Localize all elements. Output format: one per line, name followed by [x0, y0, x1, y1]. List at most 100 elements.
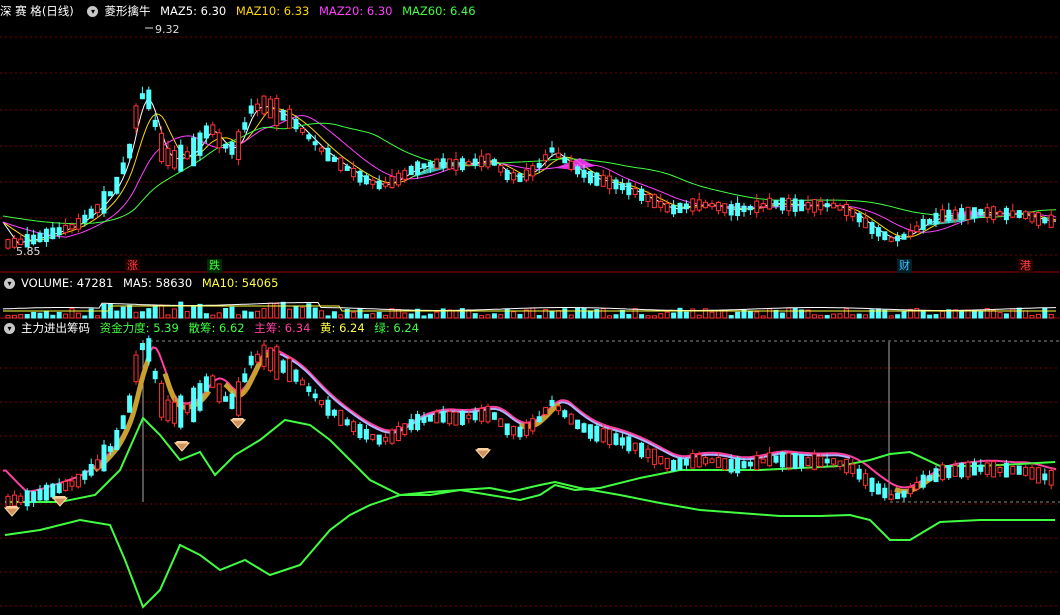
- volume-bar: [152, 306, 158, 319]
- indicator-candle-body: [235, 381, 241, 416]
- volume-bar: [363, 313, 369, 319]
- indicator-item-1: 散筹: 6.62: [188, 321, 245, 335]
- candle-body: [88, 208, 94, 219]
- indicator-candle-body: [306, 386, 312, 392]
- candle-body: [408, 165, 414, 176]
- indicator-candle-body: [805, 457, 811, 466]
- stock-chart-canvas[interactable]: 9.32 5.85: [0, 0, 1060, 615]
- volume-bar: [555, 310, 561, 319]
- indicator-candle-body: [549, 399, 555, 407]
- indicator-candle-body: [594, 425, 600, 442]
- indicator-candle-body: [5, 495, 11, 508]
- indicator-name[interactable]: 菱形擒牛: [104, 4, 150, 18]
- indicator-candle-body: [325, 399, 331, 416]
- main-ma-lines: [2, 99, 1057, 244]
- volume-bar: [1003, 313, 1009, 319]
- candle-body: [491, 159, 497, 166]
- indicator-candle-body: [363, 428, 369, 440]
- volume-bar: [575, 307, 581, 319]
- candle-body: [139, 93, 145, 100]
- candle-body: [1010, 210, 1016, 218]
- diamond-icon: [175, 441, 189, 443]
- volume-bar: [933, 314, 939, 319]
- period-label: (日线): [41, 4, 74, 18]
- indicator2-name[interactable]: 主力进出筹码: [21, 321, 90, 335]
- volume-bar: [18, 314, 24, 319]
- indicator-candle-body: [453, 411, 459, 426]
- volume-menu-icon[interactable]: ▾: [4, 278, 15, 289]
- indicator-menu-icon[interactable]: ▾: [87, 6, 99, 17]
- candle-body: [447, 158, 453, 170]
- indicator-item-4: 绿: 6.24: [374, 321, 419, 335]
- volume-bar: [536, 315, 542, 319]
- indicator-candle-body: [946, 465, 952, 479]
- candle-body: [75, 218, 81, 230]
- volume-bar: [50, 314, 56, 319]
- candle-body: [293, 118, 299, 130]
- indicator-candle-body: [146, 338, 152, 362]
- indicator-candle-body: [274, 346, 280, 380]
- volume-bar: [69, 308, 75, 319]
- indicator-candle-body: [101, 444, 107, 472]
- main-panel-header: 深 赛 格(日线) ▾ 菱形擒牛 MAZ5: 6.30 MAZ10: 6.33 M…: [0, 2, 482, 20]
- ma20-item: MAZ20: 6.30: [319, 4, 393, 18]
- volume-bar: [293, 306, 299, 319]
- volume-bar: [511, 311, 517, 319]
- candle-body: [632, 188, 638, 196]
- signal-finance: 财: [897, 259, 912, 273]
- volume-bar: [248, 311, 254, 319]
- candle-body: [914, 225, 920, 233]
- indicator-candle-body: [216, 383, 222, 403]
- volume-bar: [587, 310, 593, 319]
- candle-body: [818, 200, 824, 211]
- volume-bar: [562, 308, 568, 319]
- indicator-candle-body: [491, 412, 497, 420]
- candle-body: [120, 162, 126, 175]
- indicator-candle-body: [722, 458, 728, 471]
- candle-body: [107, 191, 113, 197]
- volume-bar: [664, 311, 670, 319]
- volume-bar: [626, 314, 632, 319]
- candle-body: [952, 209, 958, 220]
- candle-body: [434, 158, 440, 169]
- volume-bar: [434, 311, 440, 319]
- indicator-candle-body: [824, 458, 830, 464]
- volume-bar: [37, 312, 43, 319]
- volume-bar: [357, 308, 363, 319]
- indicator2-menu-icon[interactable]: ▾: [4, 323, 15, 334]
- candle-body: [453, 159, 459, 171]
- indicator-candle-body: [715, 457, 721, 468]
- volume-bar: [850, 314, 856, 319]
- candle-body: [37, 232, 43, 243]
- volume-bar: [11, 314, 17, 319]
- indicator-candle-body: [223, 396, 229, 402]
- indicator-candle-body: [869, 477, 875, 492]
- volume-bar: [581, 307, 587, 319]
- candle-body: [261, 95, 267, 115]
- volume-bar: [997, 312, 1003, 319]
- green-lower-line: [4, 480, 1055, 609]
- volume-bar: [491, 313, 497, 319]
- indicator-candle-body: [927, 475, 933, 482]
- candle-body: [203, 125, 209, 139]
- indicator-candle-body: [133, 354, 139, 383]
- volume-bar: [82, 315, 88, 319]
- candle-body: [971, 207, 977, 219]
- indicator-candle-body: [581, 423, 587, 433]
- indicator-candle-body: [799, 454, 805, 469]
- indicator-candle-body: [792, 452, 798, 469]
- candle-body: [671, 204, 677, 215]
- indicator-candle-body: [280, 360, 286, 373]
- volume-bar: [760, 315, 766, 319]
- indicator-candle-body: [645, 448, 651, 459]
- candle-body: [191, 137, 197, 167]
- volume-bar: [856, 313, 862, 319]
- candle-body: [517, 173, 523, 183]
- candle-body: [683, 203, 689, 210]
- indicator-candle-body: [767, 452, 773, 467]
- candle-body: [479, 155, 485, 168]
- candle-body: [485, 153, 491, 168]
- volume-bar: [159, 304, 165, 319]
- volume-bar: [133, 311, 139, 319]
- candle-body: [152, 119, 158, 127]
